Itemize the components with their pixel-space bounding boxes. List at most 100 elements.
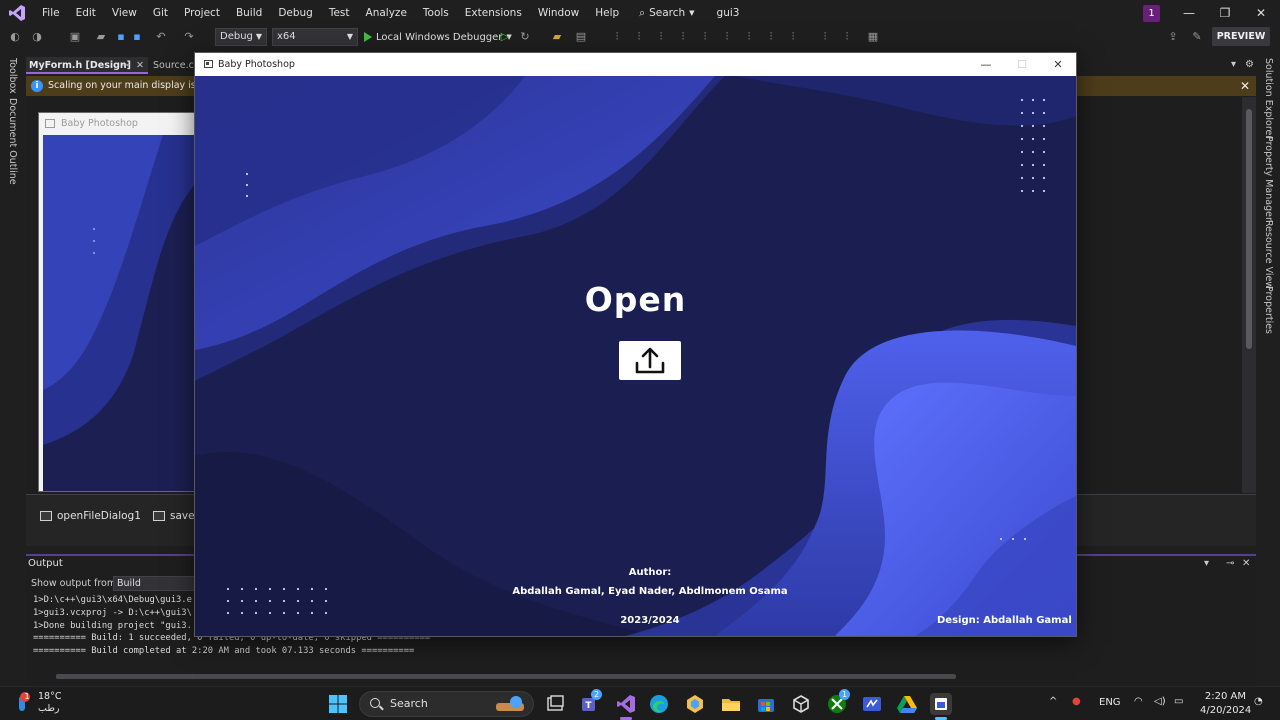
tab-list-icon[interactable]: ▾ [1231,59,1236,70]
layout-icon[interactable]: ▤ [574,30,588,44]
close-tab-icon[interactable]: ✕ [136,57,144,74]
maximize-icon[interactable]: ☐ [1004,53,1040,76]
solution-explorer-tab[interactable]: Solution Explorer [1263,58,1274,139]
align-center-icon[interactable]: ⫶ [632,30,646,44]
open-folder-icon[interactable]: ▰ [94,30,108,44]
redo-icon[interactable]: ↷ [182,30,196,44]
menu-extensions[interactable]: Extensions [457,0,530,26]
align-middle-icon[interactable]: ⫶ [698,30,712,44]
align-top-icon[interactable]: ⫶ [676,30,690,44]
platform-select[interactable]: x64 ▼ [272,28,358,46]
output-horizontal-scrollbar[interactable] [36,673,1236,681]
task-view-icon[interactable] [544,693,566,715]
scrollbar-thumb[interactable] [1246,109,1252,349]
close-icon[interactable]: ✕ [1244,0,1278,26]
weather-widget[interactable]: 1 18°C رطب [14,691,61,715]
designer-form-preview[interactable]: Baby Photoshop [38,112,198,492]
close-icon[interactable]: ✕ [1242,558,1250,569]
clock[interactable]: 2:20 AM 4/20/2024 [1200,690,1251,718]
hot-reload-icon[interactable]: ↻ [518,30,532,44]
properties-tab[interactable]: Properties [1263,286,1274,334]
toolbox-tab[interactable]: Toolbox [7,58,18,94]
menu-analyze[interactable]: Analyze [358,0,415,26]
open-upload-button[interactable] [619,341,681,380]
spacing-icon[interactable]: ⫶ [818,30,832,44]
align-right-icon[interactable]: ⫶ [654,30,668,44]
app-titlebar[interactable]: Baby Photoshop — ☐ ✕ [195,53,1076,76]
whiteboard-icon[interactable] [861,693,883,715]
minimize-icon[interactable]: — [968,53,1004,76]
menu-git[interactable]: Git [145,0,176,26]
menu-debug[interactable]: Debug [270,0,321,26]
google-drive-icon[interactable] [896,693,918,715]
notification-badge[interactable]: 1 [1143,5,1160,22]
teams-icon[interactable]: T 2 [579,689,602,715]
visual-studio-icon[interactable] [615,693,637,715]
copilot-app-icon[interactable] [684,693,706,715]
menu-view[interactable]: View [104,0,145,26]
security-alert-icon[interactable]: ● [1072,696,1081,707]
pin-icon[interactable]: ⊸ [122,57,130,74]
undo-icon[interactable]: ↶ [154,30,168,44]
forward-icon[interactable]: ◑ [30,30,44,44]
pin-icon[interactable]: ⊸ [1226,558,1234,569]
panel-menu-icon[interactable]: ▾ [1204,558,1209,569]
component-open-file-dialog[interactable]: openFileDialog1 [40,510,141,522]
edge-icon[interactable] [648,693,670,715]
preview-button[interactable]: PREVIEW [1212,27,1270,46]
menu-help[interactable]: Help [587,0,627,26]
align-left-icon[interactable]: ⫶ [610,30,624,44]
spacing-icon[interactable]: ⫶ [840,30,854,44]
tab-myform-design[interactable]: MyForm.h [Design] ⊸ ✕ [26,57,148,74]
unity-icon[interactable] [790,693,812,715]
save-all-icon[interactable]: ▪ [130,30,144,44]
solution-explorer-icon[interactable]: ▰ [550,30,564,44]
start-icon[interactable] [327,693,349,715]
close-icon[interactable]: ✕ [1040,53,1076,76]
file-explorer-icon[interactable] [720,693,742,715]
minimize-icon[interactable]: — [1172,0,1206,26]
save-icon[interactable]: ▪ [114,30,128,44]
menu-tools[interactable]: Tools [415,0,457,26]
new-project-icon[interactable]: ▣ [68,30,82,44]
share-icon[interactable]: ⇪ [1166,30,1180,44]
document-outline-tab[interactable]: Document Outline [7,98,18,185]
align-bottom-icon[interactable]: ⫶ [720,30,734,44]
menu-file[interactable]: File [34,0,68,26]
menu-test[interactable]: Test [321,0,358,26]
xbox-icon[interactable]: 1 [826,689,850,715]
store-icon[interactable] [755,693,777,715]
menu-edit[interactable]: Edit [68,0,104,26]
make-same-width-icon[interactable]: ⫶ [742,30,756,44]
designer-vertical-scrollbar[interactable] [1242,97,1256,493]
resource-view-tab[interactable]: Resource View [1263,220,1274,289]
wifi-icon[interactable]: ◠ [1134,696,1143,707]
menu-search-button[interactable]: ⌕ Search ▼ [631,7,702,20]
restore-icon[interactable]: ❐ [1208,0,1242,26]
baby-photoshop-taskbar-icon[interactable] [930,693,952,715]
notification-bell-icon[interactable]: ◔ [1254,696,1263,707]
back-icon[interactable]: ◐ [8,30,22,44]
menu-build[interactable]: Build [228,0,270,26]
menu-project[interactable]: Project [176,0,228,26]
make-same-size-icon[interactable]: ⫶ [786,30,800,44]
start-without-debugging-icon[interactable]: ▷ [498,30,512,44]
battery-icon[interactable]: ▭ [1174,696,1183,707]
scrollbar-thumb[interactable] [56,674,956,679]
taskbar-search-box[interactable]: Search [359,691,534,717]
property-manager-tab[interactable]: Property Manager [1263,136,1274,221]
tab-source-cpp[interactable]: Source.cp [153,57,200,74]
volume-icon[interactable]: ◁) [1154,696,1166,707]
bring-to-front-icon[interactable]: ▦ [866,30,880,44]
start-debugger-button[interactable]: Local Windows Debugger ▼ [364,28,512,46]
live-share-icon[interactable]: ✎ [1190,30,1204,44]
language-indicator[interactable]: ENG [1099,697,1121,708]
chevron-up-icon[interactable]: ^ [1049,696,1057,707]
menu-window[interactable]: Window [530,0,587,26]
settings-icon[interactable]: ⚙ [1245,59,1254,70]
make-same-height-icon[interactable]: ⫶ [764,30,778,44]
visual-studio-logo-icon[interactable] [0,0,34,26]
output-source-select[interactable]: Build [113,576,203,591]
configuration-select[interactable]: Debug ▼ [215,28,267,46]
close-icon[interactable]: ✕ [1240,76,1250,96]
